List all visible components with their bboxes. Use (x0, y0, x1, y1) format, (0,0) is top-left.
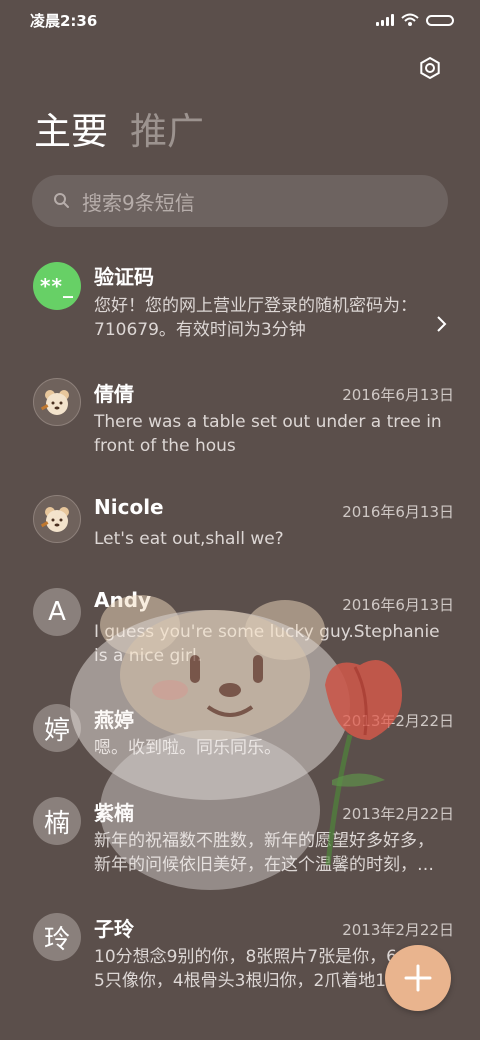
search-bar[interactable]: 搜索9条短信 (32, 175, 448, 227)
contact-avatar (33, 495, 81, 543)
message-item-zinan[interactable]: 楠 紫楠 2013年2月22日 新年的祝福数不胜数，新年的愿望好多好多， 新年的… (0, 797, 480, 887)
wifi-icon (401, 13, 419, 26)
message-date: 2013年2月22日 (342, 921, 454, 939)
message-item-verification[interactable]: **_ 验证码 您好！您的网上营业厅登录的随机密码为：710679。有效时间为3… (0, 262, 480, 352)
contact-name: 子玲 (94, 917, 134, 941)
message-preview: 您好！您的网上营业厅登录的随机密码为：710679。有效时间为3分钟 (94, 296, 417, 340)
bear-avatar-icon (40, 507, 69, 532)
plus-icon (404, 964, 432, 992)
contact-name: 紫楠 (94, 801, 134, 825)
contact-name: 验证码 (94, 265, 154, 289)
message-date: 2016年6月13日 (342, 596, 454, 614)
chevron-right-icon (437, 316, 447, 332)
contact-avatar: 楠 (33, 797, 81, 845)
status-time: 凌晨2:36 (30, 11, 98, 30)
message-preview: 新年的祝福数不胜数，新年的愿望好多好多， 新年的问候依旧美好，在这个温馨的时刻，… (94, 831, 434, 875)
message-preview: There was a table set out under a tree i… (94, 412, 442, 456)
message-item-qianqian[interactable]: 倩倩 2016年6月13日 There was a table set out … (0, 378, 480, 468)
message-item-andy[interactable]: A Andy 2016年6月13日 I guess you're some lu… (0, 588, 480, 678)
verification-avatar: **_ (33, 262, 81, 310)
search-icon (54, 193, 69, 208)
message-preview: 嗯。收到啦。同乐同乐。 (94, 738, 281, 758)
contact-avatar (33, 378, 81, 426)
status-icons (376, 13, 454, 27)
message-item-yanting[interactable]: 婷 燕婷 2013年2月22日 嗯。收到啦。同乐同乐。 (0, 704, 480, 774)
signal-icon (376, 14, 394, 26)
tab-bar: 主要 推广 (34, 108, 204, 156)
contact-avatar: 玲 (33, 913, 81, 961)
message-preview: Let's eat out,shall we? (94, 529, 284, 549)
contact-name: 燕婷 (94, 708, 134, 732)
compose-button[interactable] (385, 945, 451, 1011)
message-item-nicole[interactable]: Nicole 2016年6月13日 Let's eat out,shall we… (0, 495, 480, 565)
gear-icon (420, 56, 440, 80)
contact-name: 倩倩 (94, 382, 134, 406)
contact-name: Andy (94, 588, 152, 612)
message-date: 2013年2月22日 (342, 712, 454, 730)
message-preview: I guess you're some lucky guy.Stephanie … (94, 622, 440, 666)
tab-primary[interactable]: 主要 (34, 108, 108, 156)
settings-button[interactable] (414, 52, 446, 84)
battery-icon (426, 14, 454, 26)
search-placeholder: 搜索9条短信 (82, 190, 195, 215)
message-date: 2016年6月13日 (342, 386, 454, 404)
message-date: 2016年6月13日 (342, 503, 454, 521)
contact-avatar: 婷 (33, 704, 81, 752)
message-date: 2013年2月22日 (342, 805, 454, 823)
status-bar: 凌晨2:36 (0, 0, 480, 40)
contact-name: Nicole (94, 495, 164, 519)
bear-avatar-icon (40, 390, 69, 415)
tab-promotions[interactable]: 推广 (130, 108, 204, 156)
contact-avatar: A (33, 588, 81, 636)
